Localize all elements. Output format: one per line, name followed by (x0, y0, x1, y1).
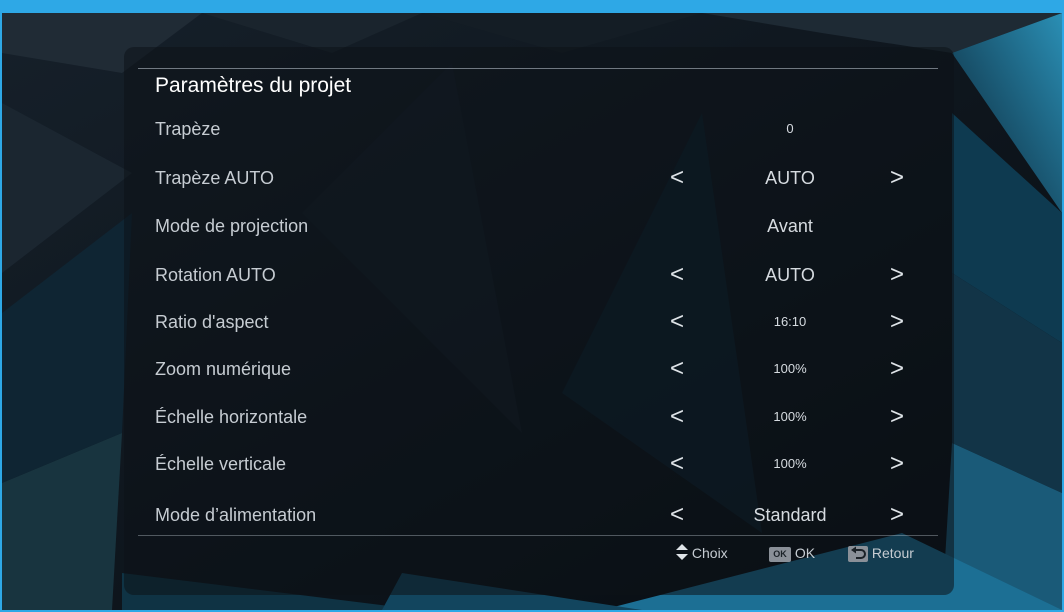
menu-row-label: Trapèze (155, 119, 221, 139)
hint-choix: Choix (676, 543, 728, 563)
chevron-right-icon[interactable]: > (885, 160, 909, 196)
menu-row-value: 0 (786, 121, 794, 136)
menu-row-label: Mode de projection (155, 216, 309, 236)
footer-hints: Choix OK OK Retour (0, 543, 1064, 563)
chevron-left-icon[interactable]: < (665, 446, 689, 482)
up-down-icon (676, 543, 688, 565)
menu-row-value: Standard (753, 505, 827, 525)
hint-ok-label: OK (794, 545, 816, 561)
chevron-left-icon[interactable]: < (665, 497, 689, 533)
menu-row-label: Ratio d'aspect (155, 312, 269, 332)
menu-row[interactable]: Mode de projection Avant (155, 208, 915, 244)
chevron-right-icon[interactable]: > (885, 446, 909, 482)
menu-row-label: Rotation AUTO (155, 265, 276, 285)
hint-retour: Retour (848, 543, 914, 563)
hint-ok: OK OK (769, 543, 815, 563)
chevron-left-icon[interactable]: < (665, 351, 689, 387)
menu-row-value: 100% (773, 409, 807, 424)
menu-row-label: Échelle verticale (155, 454, 287, 474)
menu-row-value: AUTO (765, 265, 815, 285)
chevron-left-icon[interactable]: < (665, 160, 689, 196)
chevron-right-icon[interactable]: > (885, 257, 909, 293)
chevron-left-icon[interactable]: < (665, 257, 689, 293)
menu-row-value: 100% (773, 361, 807, 376)
menu-row-value: Avant (767, 216, 813, 236)
title-divider (138, 68, 938, 69)
menu-title: Paramètres du projet (155, 74, 352, 97)
chevron-right-icon[interactable]: > (885, 399, 909, 435)
menu-row-label: Mode d’alimentation (155, 505, 317, 525)
menu-row[interactable]: Ratio d'aspect <16:10 > (155, 304, 915, 340)
menu-row-value: AUTO (765, 168, 815, 188)
chevron-left-icon[interactable]: < (665, 399, 689, 435)
menu-row[interactable]: Trapèze AUTO < AUTO > (155, 160, 915, 196)
menu-row[interactable]: Trapèze 0 (155, 111, 915, 147)
hint-retour-label: Retour (871, 545, 914, 561)
menu-row[interactable]: Échelle verticale <100% > (155, 446, 915, 482)
footer-divider (138, 535, 938, 536)
menu-row-label: Trapèze AUTO (155, 168, 275, 188)
menu-row[interactable]: Échelle horizontale <100% > (155, 399, 915, 435)
chevron-right-icon[interactable]: > (885, 497, 909, 533)
chevron-right-icon[interactable]: > (885, 304, 909, 340)
ok-key-icon: OK (769, 546, 791, 562)
menu-row-value: 16:10 (773, 314, 807, 329)
menu-row[interactable]: Rotation AUTO < AUTO > (155, 257, 915, 293)
return-icon (848, 546, 868, 563)
menu-row-label: Échelle horizontale (155, 407, 308, 427)
hint-choix-label: Choix (691, 545, 728, 561)
chevron-left-icon[interactable]: < (665, 304, 689, 340)
chevron-right-icon[interactable]: > (885, 351, 909, 387)
menu-row-label: Zoom numérique (155, 359, 292, 379)
menu-row[interactable]: Zoom numérique <100% > (155, 351, 915, 387)
menu-row[interactable]: Mode d’alimentation < Standard > (155, 497, 915, 533)
menu-row-value: 100% (773, 456, 807, 471)
